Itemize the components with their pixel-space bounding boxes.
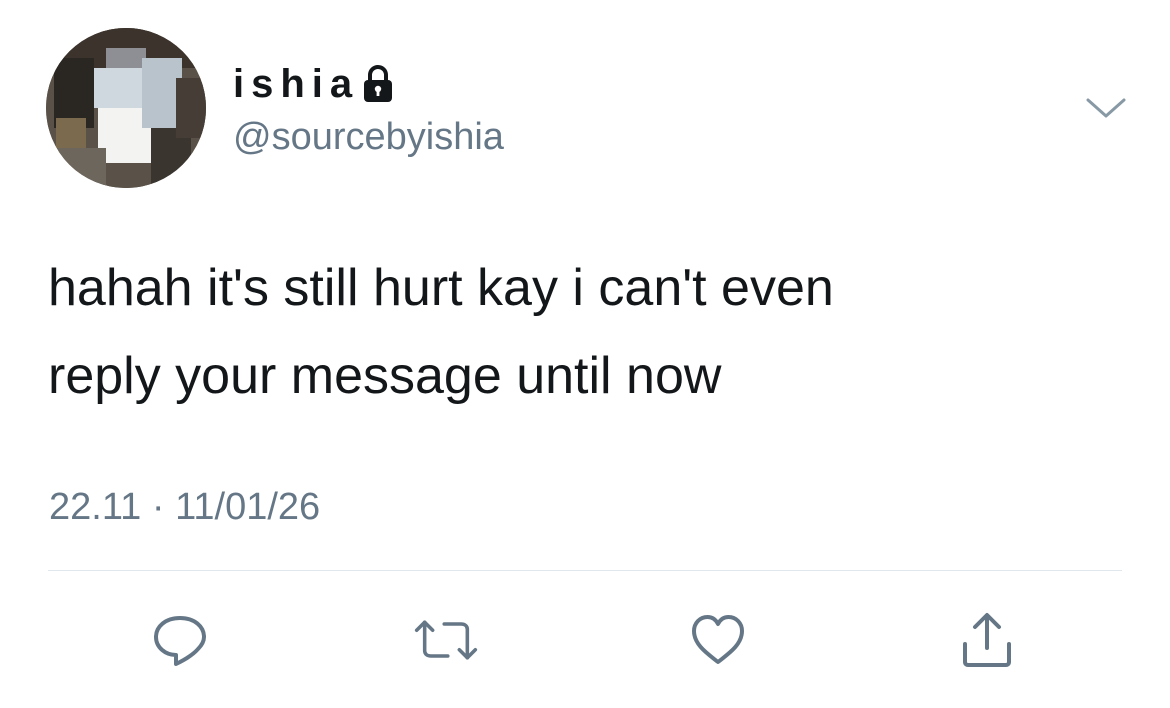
avatar-photo — [46, 28, 206, 188]
heart-icon — [692, 615, 744, 664]
meta-separator: · — [151, 486, 165, 528]
reply-icon — [154, 616, 206, 666]
divider — [48, 570, 1122, 571]
tweet-time: 22.11 — [49, 486, 142, 528]
tweet-timestamp[interactable]: 22.11 · 11/01/26 — [49, 484, 320, 530]
retweet-button[interactable] — [414, 610, 478, 670]
display-name-row: ishia — [233, 62, 395, 106]
avatar[interactable] — [46, 28, 206, 188]
tweet-date: 11/01/26 — [175, 486, 321, 528]
user-handle[interactable]: @sourcebyishia — [233, 114, 504, 160]
display-name[interactable]: ishia — [233, 62, 359, 106]
retweet-icon — [414, 620, 478, 660]
tweet-card: ishia @sourcebyishia hahah it's still hu… — [0, 0, 1170, 708]
reply-button[interactable] — [148, 610, 212, 670]
like-button[interactable] — [686, 610, 750, 670]
chevron-down-icon[interactable] — [1084, 94, 1128, 122]
share-icon — [963, 613, 1011, 667]
share-button[interactable] — [955, 610, 1019, 670]
lock-icon — [361, 64, 395, 104]
tweet-text: hahah it's still hurt kay i can't even r… — [48, 259, 834, 405]
